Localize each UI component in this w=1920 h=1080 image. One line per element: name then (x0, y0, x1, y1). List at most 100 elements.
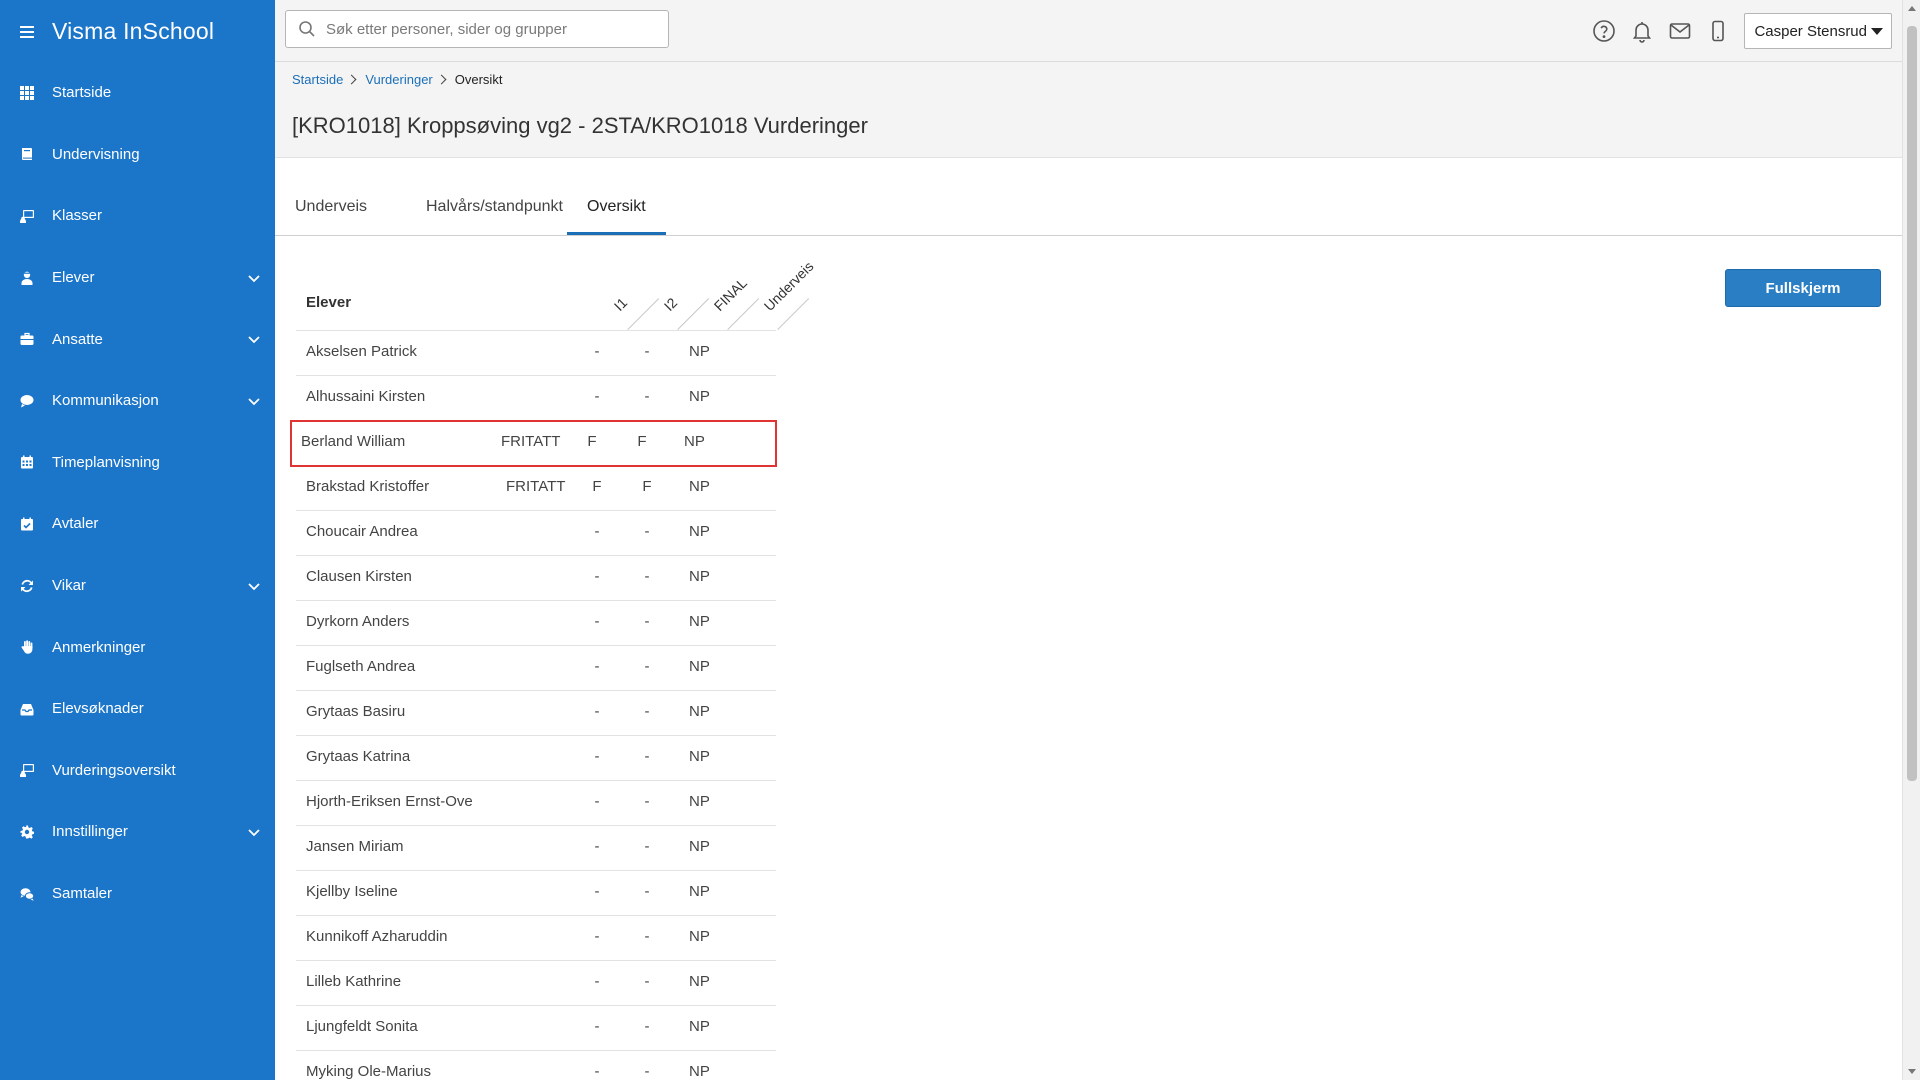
student-name[interactable]: Grytaas Basiru (306, 703, 405, 720)
search-input[interactable] (326, 20, 656, 38)
breadcrumb-vurderinger[interactable]: Vurderinger (365, 72, 432, 87)
tab-underveis[interactable]: Underveis (275, 198, 387, 235)
tab-halvars-standpunkt[interactable]: Halvårs/standpunkt (406, 198, 583, 235)
sidebar-item-vurderingsoversikt[interactable]: Vurderingsoversikt (0, 740, 275, 802)
vertical-scrollbar[interactable] (1902, 0, 1920, 1080)
scrollbar-thumb[interactable] (1907, 26, 1917, 781)
cell-i2: - (644, 838, 650, 855)
student-name[interactable]: Grytaas Katrina (306, 748, 410, 765)
column-header-i1-label: I1 (610, 294, 631, 314)
table-row[interactable]: Ljungfeldt Sonita - - NP (296, 1006, 776, 1051)
menu-icon[interactable] (20, 25, 34, 38)
chevron-down-icon[interactable] (247, 271, 261, 285)
page-header: Startside Vurderinger Oversikt [KRO1018]… (275, 62, 1902, 158)
student-name[interactable]: Akselsen Patrick (306, 343, 417, 360)
student-name[interactable]: Kunnikoff Azharuddin (306, 928, 448, 945)
cell-i2: - (644, 928, 650, 945)
student-name[interactable]: Hjorth-Eriksen Ernst-Ove (306, 793, 473, 810)
chevron-down-icon[interactable] (247, 332, 261, 346)
student-name[interactable]: Jansen Miriam (306, 838, 404, 855)
sidebar-item-klasser[interactable]: Klasser (0, 185, 275, 247)
student-name[interactable]: Choucair Andrea (306, 523, 418, 540)
sidebar-item-kommunikasjon[interactable]: Kommunikasjon (0, 370, 275, 432)
gear-icon (20, 825, 34, 839)
chevron-down-icon[interactable] (247, 579, 261, 593)
column-header-final: FINAL (711, 255, 760, 330)
scroll-down-arrow-icon[interactable] (1908, 1069, 1916, 1074)
table-row[interactable]: Grytaas Basiru - - NP (296, 691, 776, 736)
mail-icon[interactable] (1668, 19, 1692, 43)
sidebar-item-startside[interactable]: Startside (0, 62, 275, 124)
cell-final: NP (689, 523, 710, 540)
cell-final: NP (689, 613, 710, 630)
cell-i1: - (594, 568, 600, 585)
table-row[interactable]: Hjorth-Eriksen Ernst-Ove - - NP (296, 781, 776, 826)
sidebar-item-avtaler[interactable]: Avtaler (0, 493, 275, 555)
tab-oversikt[interactable]: Oversikt (567, 198, 666, 235)
sidebar-item-undervisning[interactable]: Undervisning (0, 124, 275, 186)
sidebar-item-innstillinger[interactable]: Innstillinger (0, 801, 275, 863)
class-board-icon (20, 209, 34, 223)
table-row[interactable]: Clausen Kirsten - - NP (296, 556, 776, 601)
help-icon[interactable] (1592, 19, 1616, 43)
student-name[interactable]: Alhussaini Kirsten (306, 388, 425, 405)
user-menu[interactable]: Casper Stensrud (1744, 13, 1892, 49)
cell-final: NP (689, 1018, 710, 1035)
table-row[interactable]: Dyrkorn Anders - - NP (296, 601, 776, 646)
sidebar-item-vikar[interactable]: Vikar (0, 555, 275, 617)
sidebar-item-elever[interactable]: Elever (0, 247, 275, 309)
column-header-i2-label: I2 (660, 294, 681, 314)
table-row[interactable]: Alhussaini Kirsten - - NP (296, 376, 776, 421)
table-row[interactable]: Choucair Andrea - - NP (296, 511, 776, 556)
cell-i1: - (594, 973, 600, 990)
student-name[interactable]: Clausen Kirsten (306, 568, 412, 585)
table-row[interactable]: Fuglseth Andrea - - NP (296, 646, 776, 691)
student-name[interactable]: Dyrkorn Anders (306, 613, 409, 630)
table-row[interactable]: Brakstad Kristoffer FRITATT F F NP (296, 466, 776, 511)
student-name[interactable]: Myking Ole-Marius (306, 1063, 431, 1080)
fullscreen-button[interactable]: Fullskjerm (1725, 269, 1881, 307)
sidebar-item-elevsoknader[interactable]: Elevsøknader (0, 678, 275, 740)
student-name[interactable]: Ljungfeldt Sonita (306, 1018, 418, 1035)
student-name[interactable]: Lilleb Kathrine (306, 973, 401, 990)
bell-icon[interactable] (1630, 19, 1654, 43)
table-header: Elever I1 I2 FINAL Underveis (296, 255, 817, 331)
table-row[interactable]: Lilleb Kathrine - - NP (296, 961, 776, 1006)
cell-i1: - (594, 388, 600, 405)
chat-bubbles-icon (20, 887, 34, 901)
sidebar-item-label: Samtaler (52, 885, 113, 903)
assessment-table: Elever I1 I2 FINAL Underveis Akselsen Pa… (290, 255, 817, 1080)
scroll-up-arrow-icon[interactable] (1908, 6, 1916, 11)
exemption-status: FRITATT (506, 478, 566, 495)
table-row[interactable]: Akselsen Patrick - - NP (296, 331, 776, 376)
table-row[interactable]: Kunnikoff Azharuddin - - NP (296, 916, 776, 961)
student-name[interactable]: Berland William (301, 433, 405, 450)
cell-i2: F (637, 433, 647, 450)
chevron-down-icon[interactable] (247, 394, 261, 408)
student-name[interactable]: Kjellby Iseline (306, 883, 398, 900)
table-row[interactable]: Berland William FRITATT F F NP (290, 420, 777, 467)
column-header-i2: I2 (661, 255, 710, 330)
sidebar-item-samtaler[interactable]: Samtaler (0, 863, 275, 925)
chevron-down-icon[interactable] (247, 825, 261, 839)
cell-i1: - (594, 613, 600, 630)
sidebar-item-timeplanvisning[interactable]: Timeplanvisning (0, 432, 275, 494)
student-name[interactable]: Fuglseth Andrea (306, 658, 415, 675)
table-row[interactable]: Jansen Miriam - - NP (296, 826, 776, 871)
sidebar-item-label: Innstillinger (52, 823, 128, 841)
sidebar-item-anmerkninger[interactable]: Anmerkninger (0, 616, 275, 678)
table-row[interactable]: Kjellby Iseline - - NP (296, 871, 776, 916)
table-row[interactable]: Grytaas Katrina - - NP (296, 736, 776, 781)
sidebar-item-ansatte[interactable]: Ansatte (0, 308, 275, 370)
cell-i2: - (644, 523, 650, 540)
breadcrumb-current: Oversikt (454, 72, 503, 87)
mobile-icon[interactable] (1706, 19, 1730, 43)
table-row[interactable]: Myking Ole-Marius - - NP (296, 1051, 776, 1080)
cell-i1: - (594, 1018, 600, 1035)
cell-final: NP (689, 883, 710, 900)
search-box[interactable] (285, 10, 669, 48)
breadcrumb-startside[interactable]: Startside (292, 72, 343, 87)
cell-final: NP (689, 658, 710, 675)
cell-final: NP (684, 433, 705, 450)
student-name[interactable]: Brakstad Kristoffer (306, 478, 429, 495)
